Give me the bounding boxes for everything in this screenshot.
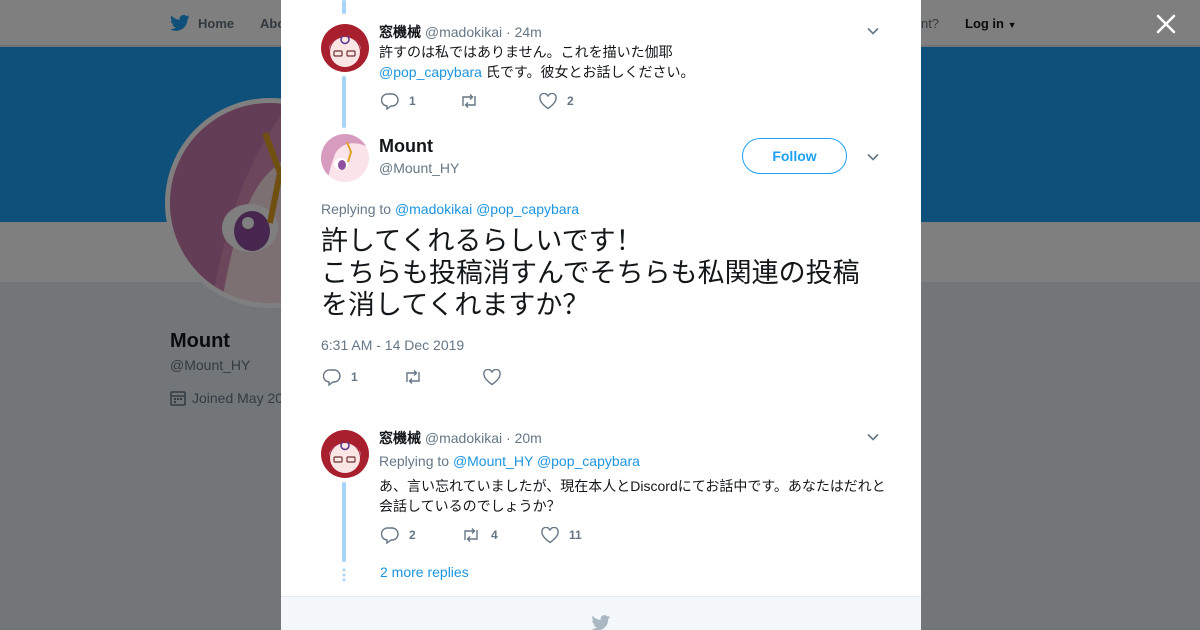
replying-to-label: Replying to [321, 201, 392, 217]
replying-to: Replying to @madokikai @pop_capybara [321, 201, 579, 217]
tweet-actions: 1 [323, 368, 501, 386]
reply-count: 1 [409, 94, 416, 108]
mention-link[interactable]: @Mount_HY [453, 453, 533, 469]
like-button[interactable] [483, 368, 501, 386]
twitter-bird-icon [591, 615, 611, 630]
tweet-text-line1: 許すのは私ではありません。これを描いた伽耶 [379, 44, 673, 60]
heart-icon [541, 526, 559, 543]
tweet-header: 窓機械 @madokikai · 20m [379, 428, 542, 448]
retweet-icon [464, 528, 478, 542]
mention-link[interactable]: @pop_capybara [476, 201, 579, 217]
reply-button[interactable]: 2 [381, 526, 461, 544]
reply-icon [323, 369, 341, 386]
retweet-count: 4 [491, 528, 498, 542]
tweet-text-line: こちらも投稿消すんでそちらも私関連の投稿 [321, 258, 860, 289]
replying-to-label: Replying to [379, 453, 450, 469]
separator: · [506, 430, 511, 446]
tweet-text: あ、言い忘れていましたが、現在本人とDiscordにてお話中です。あなたはだれと… [379, 478, 886, 514]
handle[interactable]: @madokikai [425, 430, 502, 446]
chevron-down-icon[interactable] [866, 430, 880, 444]
reply-count: 2 [409, 528, 416, 542]
reply-icon [381, 93, 399, 110]
like-button[interactable]: 2 [539, 92, 574, 110]
replying-to: Replying to @Mount_HY @pop_capybara [379, 453, 640, 469]
retweet-icon [406, 370, 420, 384]
tweet-text-line: 許してくれるらしいです！ [321, 226, 643, 257]
retweet-icon [462, 94, 476, 108]
avatar[interactable] [321, 134, 369, 182]
display-name[interactable]: 窓機械 [379, 430, 421, 446]
thread-line [342, 482, 346, 562]
tweet-text: 許してくれるらしいです！ こちらも投稿消すんでそちらも私関連の投稿 を消してくれ… [321, 226, 891, 322]
tweet-text-line: を消してくれますか？ [321, 290, 590, 321]
chevron-down-icon[interactable] [866, 24, 880, 38]
follow-button[interactable]: Follow [742, 138, 847, 174]
reply-button[interactable]: 1 [381, 92, 459, 110]
retweet-button[interactable]: 4 [461, 527, 541, 543]
reply-button[interactable]: 1 [323, 368, 403, 386]
tweet-actions: 1 2 [381, 92, 574, 110]
mention-link[interactable]: @pop_capybara [537, 453, 640, 469]
handle[interactable]: @Mount_HY [379, 160, 459, 176]
tweet-timestamp[interactable]: 6:31 AM - 14 Dec 2019 [321, 337, 464, 353]
mention-link[interactable]: @madokikai [395, 201, 472, 217]
close-icon[interactable] [1152, 10, 1180, 38]
tweet-time[interactable]: 20m [515, 430, 542, 446]
tweet-actions: 2 4 11 [381, 526, 582, 544]
like-count: 11 [569, 528, 582, 542]
handle[interactable]: @madokikai [425, 24, 502, 40]
retweet-button[interactable] [403, 369, 483, 385]
tweet-header: 窓機械 @madokikai · 24m [379, 22, 542, 42]
avatar[interactable] [321, 430, 369, 478]
modal-footer [281, 596, 921, 630]
chevron-down-icon[interactable] [866, 150, 880, 164]
mention-link[interactable]: @pop_capybara [379, 64, 482, 80]
display-name[interactable]: 窓機械 [379, 24, 421, 40]
tweet-time[interactable]: 24m [515, 24, 542, 40]
like-button[interactable]: 11 [541, 526, 582, 544]
reply-icon [381, 527, 399, 544]
display-name[interactable]: Mount [379, 136, 433, 157]
tweet-text: 許すのは私ではありません。これを描いた伽耶 @pop_capybara 氏です。… [379, 42, 879, 82]
reply-count: 1 [351, 370, 358, 384]
tweet-modal: 窓機械 @madokikai · 24m 許すのは私ではありません。これを描いた… [281, 0, 921, 630]
thread-line [342, 0, 346, 14]
thread-dots-icon [342, 568, 346, 582]
retweet-button[interactable] [459, 93, 539, 109]
more-replies-link[interactable]: 2 more replies [380, 564, 469, 580]
avatar[interactable] [321, 24, 369, 72]
heart-icon [483, 368, 501, 385]
heart-icon [539, 92, 557, 109]
like-count: 2 [567, 94, 574, 108]
separator: · [506, 24, 511, 40]
thread-line [342, 76, 346, 128]
tweet-text-line2: 氏です。彼女とお話しください。 [481, 64, 695, 80]
